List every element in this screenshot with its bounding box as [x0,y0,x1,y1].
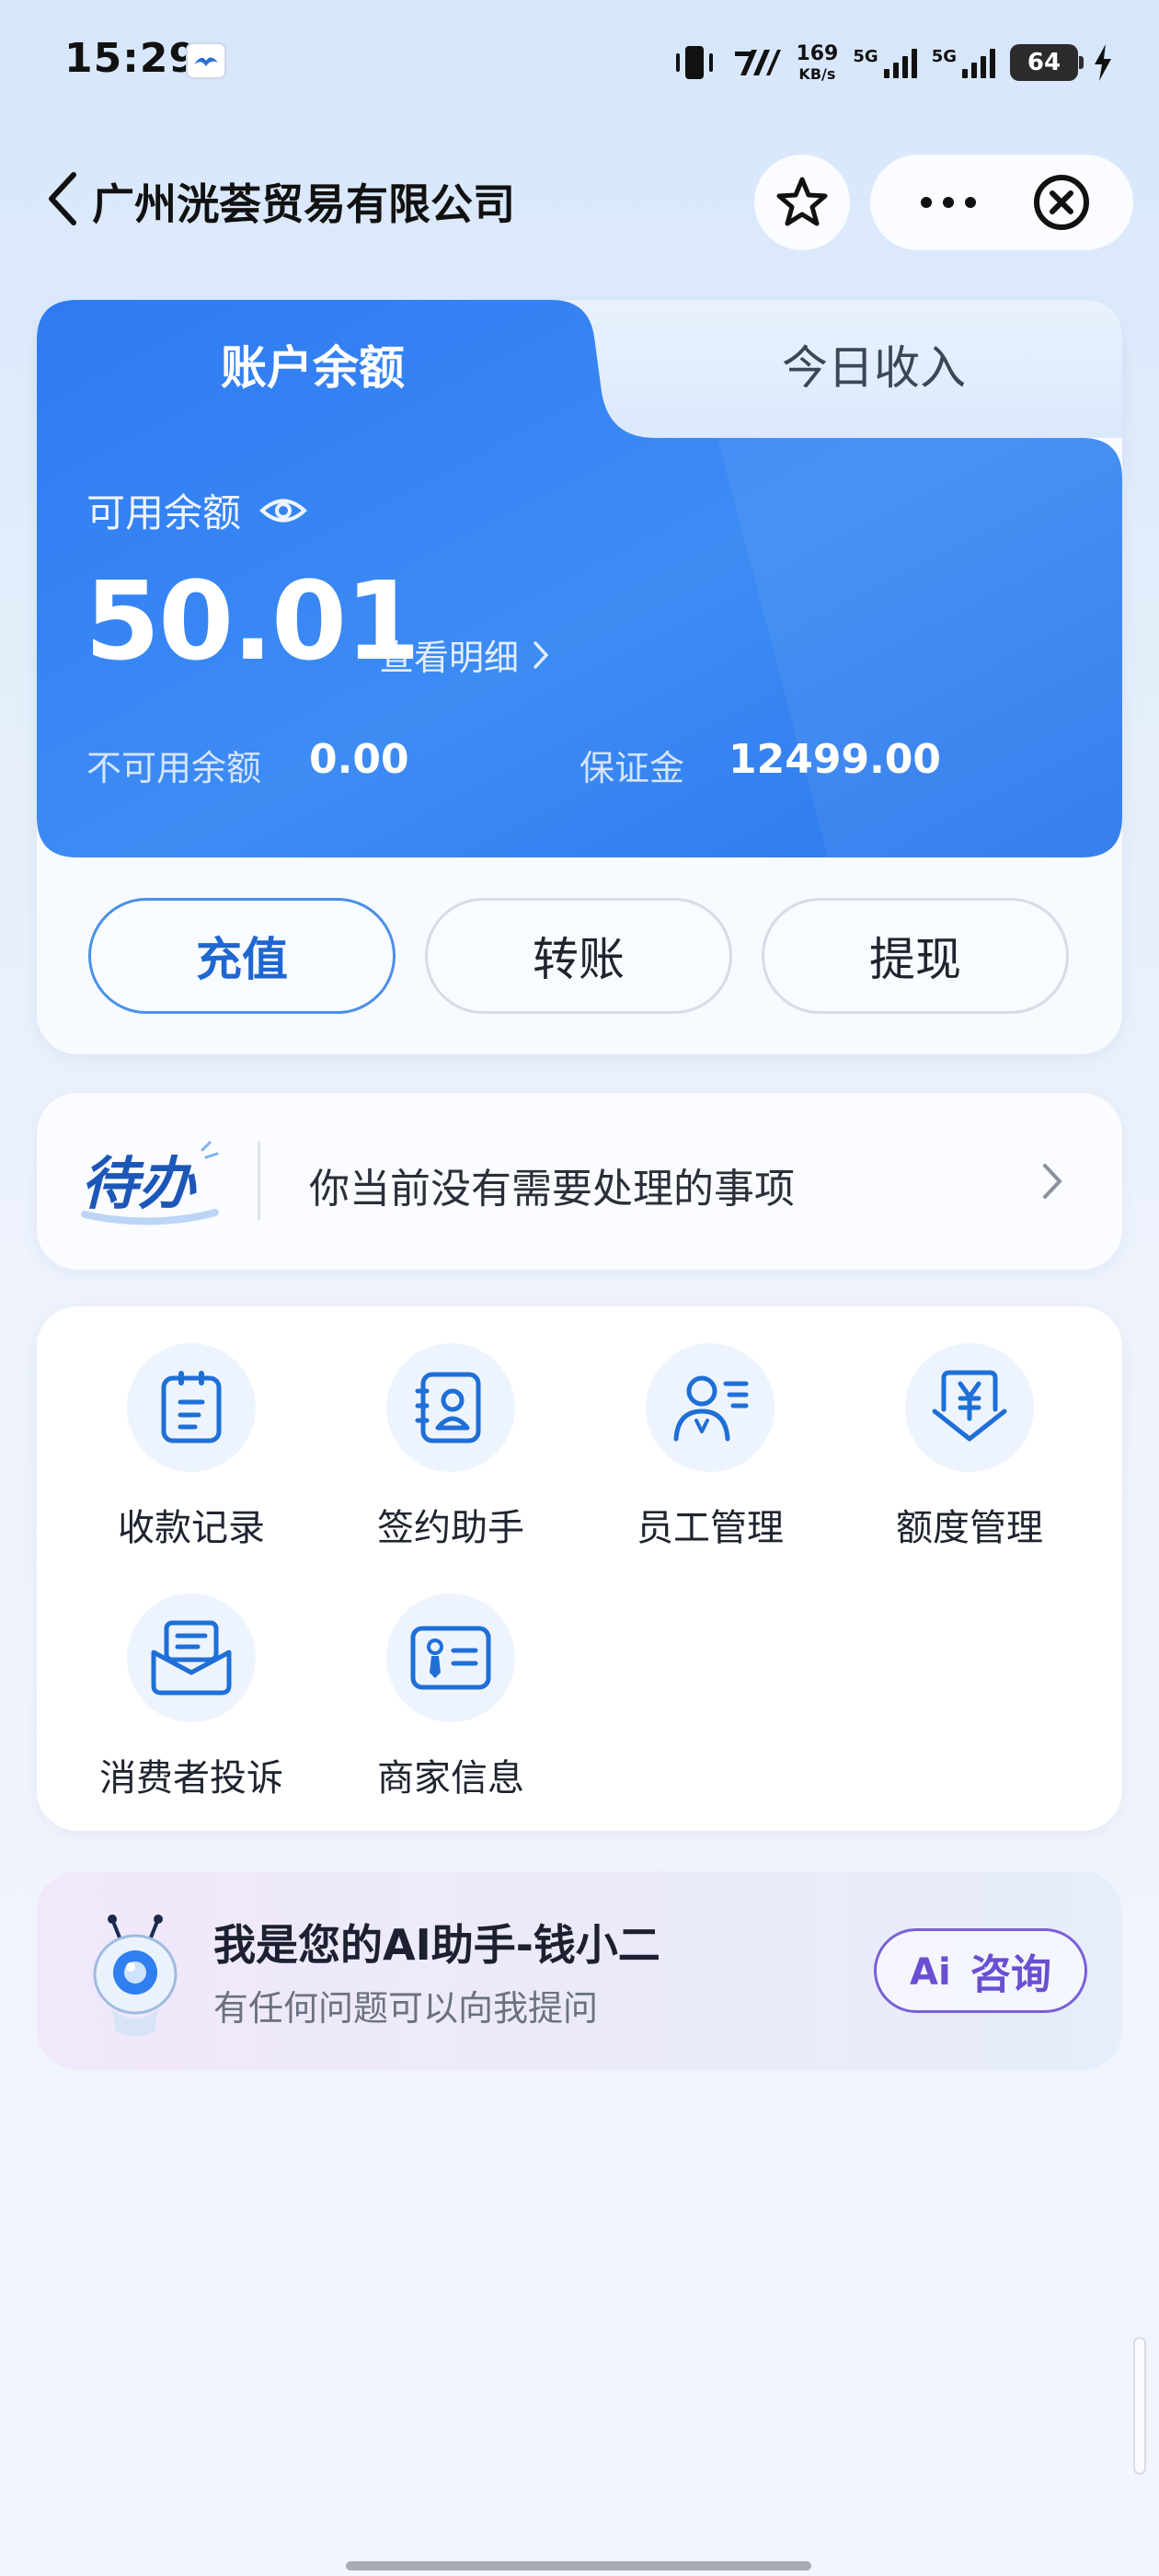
unavailable-balance-amount: 0.00 [309,736,409,783]
hd-network-icon [735,50,782,75]
signal-2: 5G [932,47,995,78]
menu-item-quota-management[interactable]: 额度管理 [850,1343,1089,1564]
notification-app-icon [186,42,226,79]
yen-quota-icon [905,1343,1034,1472]
more-icon [921,197,932,208]
robot-avatar-icon [93,1915,178,2036]
chevron-right-icon [1043,1164,1062,1199]
svg-text:Ai: Ai [910,1951,951,1990]
available-balance-label: 可用余额 [86,482,307,538]
transfer-button[interactable]: 转账 [425,898,732,1014]
battery-icon: 64 [1010,44,1084,81]
chevron-right-icon [534,640,549,669]
menu-item-merchant-info[interactable]: 商家信息 [331,1593,570,1814]
consult-button[interactable]: Ai 咨询 [874,1928,1087,2013]
back-arrow-icon [49,172,76,225]
favorite-button[interactable] [754,155,850,250]
mini-app-capsule [870,155,1133,250]
menu-item-staff-management[interactable]: 员工管理 [591,1343,830,1564]
merchant-id-card-icon [386,1593,515,1722]
staff-manage-icon [646,1343,775,1472]
tab-today-income[interactable]: 今日收入 [625,331,1122,397]
more-button[interactable] [898,155,999,250]
todo-badge: 待办 [81,1141,219,1225]
svg-text:待办: 待办 [81,1150,197,1217]
recharge-button[interactable]: 充值 [88,898,396,1014]
ai-assistant-card[interactable]: 我是您的AI助手-钱小二 有任何问题可以向我提问 Ai 咨询 [37,1871,1122,2070]
mini-app-header: 广州洸荟贸易有限公司 [0,147,1159,250]
divider [258,1141,260,1220]
menu-item-contract-assistant[interactable]: 签约助手 [331,1343,570,1564]
contract-person-icon [386,1343,515,1472]
balance-card: 账户余额 今日收入 可用余额 50.01 查看明细 不可用余额 0.00 保证金… [37,300,1122,1054]
function-grid: 收款记录 签约助手 员工管理 额度管理 消费者投诉 商家信息 [37,1306,1122,1831]
menu-item-consumer-complaints[interactable]: 消费者投诉 [72,1593,311,1814]
close-button[interactable] [1032,173,1091,232]
receipt-clipboard-icon [127,1343,256,1472]
menu-item-collection-records[interactable]: 收款记录 [72,1343,311,1564]
eye-icon[interactable] [259,495,307,526]
star-icon [776,177,828,226]
charging-icon [1095,44,1111,81]
tab-account-balance[interactable]: 账户余额 [37,331,589,397]
withdraw-button[interactable]: 提现 [762,898,1069,1014]
complaint-mail-icon [127,1593,256,1722]
home-indicator[interactable] [346,2561,811,2570]
todo-arrow [1034,1152,1071,1211]
status-time: 15:29 [64,35,199,82]
scrollbar[interactable] [1133,2337,1146,2475]
status-bar: 15:29 169 KB/s 5G 5G 64 [0,0,1159,120]
assistant-title: 我是您的AI助手-钱小二 [213,1920,660,1970]
status-indicators: 169 KB/s 5G 5G 64 [671,37,1113,88]
assistant-subtitle: 有任何问题可以向我提问 [213,1988,599,2029]
vibrate-icon [676,46,714,79]
ai-logo-icon: Ai [910,1951,951,1990]
network-speed: 169 KB/s [796,41,839,83]
todo-card[interactable]: 待办 你当前没有需要处理的事项 [37,1093,1122,1270]
page-title: 广州洸荟贸易有限公司 [92,179,515,229]
deposit-label: 保证金 [580,748,685,788]
unavailable-balance-label: 不可用余额 [86,748,262,788]
available-balance-amount: 50.01 [85,558,420,684]
todo-message: 你当前没有需要处理的事项 [309,1166,795,1213]
close-icon [1034,175,1089,230]
deposit-amount: 12499.00 [729,736,942,783]
signal-1: 5G [853,47,917,78]
view-detail-link[interactable]: 查看明细 [379,629,550,680]
back-button[interactable] [37,169,88,228]
